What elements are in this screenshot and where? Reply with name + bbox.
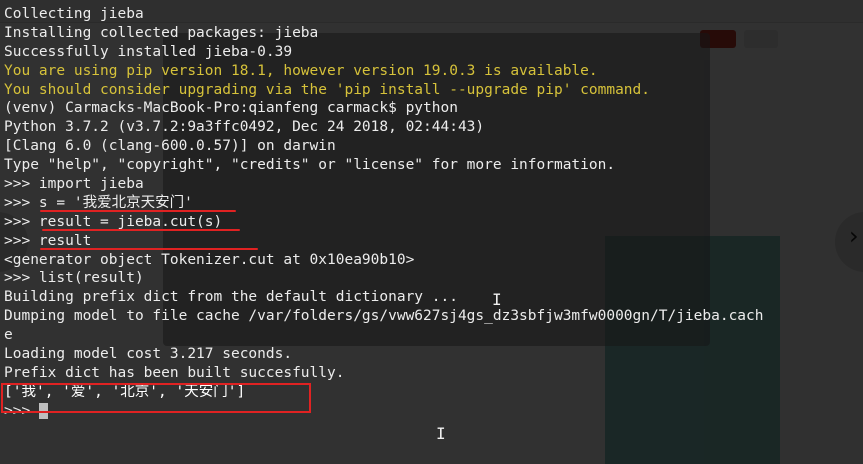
terminal-line: Building prefix dict from the default di… [4, 289, 458, 306]
terminal-line: Prefix dict has been built succesfully. [4, 364, 345, 381]
terminal-line: Dumping model to file cache /var/folders… [4, 308, 764, 325]
terminal-output: Collecting jieba Installing collected pac… [4, 5, 764, 421]
terminal-line: Python 3.7.2 (v3.7.2:9a3ffc0492, Dec 24 … [4, 119, 485, 136]
annotation-underline-assign [42, 229, 240, 231]
terminal-line: Loading model cost 3.217 seconds. [4, 346, 293, 363]
terminal-line: e [4, 327, 13, 344]
terminal-line: Successfully installed jieba-0.39 [4, 43, 293, 60]
terminal-line: You are using pip version 18.1, however … [4, 62, 598, 79]
text-cursor-icon: I [436, 424, 446, 443]
terminal-line: >>> import jieba [4, 176, 144, 193]
terminal-line: [Clang 6.0 (clang-600.0.57)] on darwin [4, 138, 336, 155]
terminal-line: <generator object Tokenizer.cut at 0x10e… [4, 251, 415, 268]
terminal-line: Installing collected packages: jieba [4, 24, 319, 41]
terminal-window[interactable]: Collecting jieba Installing collected pac… [0, 0, 863, 464]
annotation-underline-cut [40, 248, 258, 250]
terminal-line: Collecting jieba [4, 6, 144, 22]
annotation-result-box [1, 383, 311, 413]
terminal-line: >>> list(result) [4, 270, 144, 287]
text-cursor-icon: I [492, 290, 502, 309]
terminal-line: Type "help", "copyright", "credits" or "… [4, 157, 616, 174]
terminal-line: You should consider upgrading via the 'p… [4, 81, 651, 98]
terminal-line: (venv) Carmacks-MacBook-Pro:qianfeng car… [4, 100, 458, 117]
annotation-underline-import [40, 210, 236, 212]
